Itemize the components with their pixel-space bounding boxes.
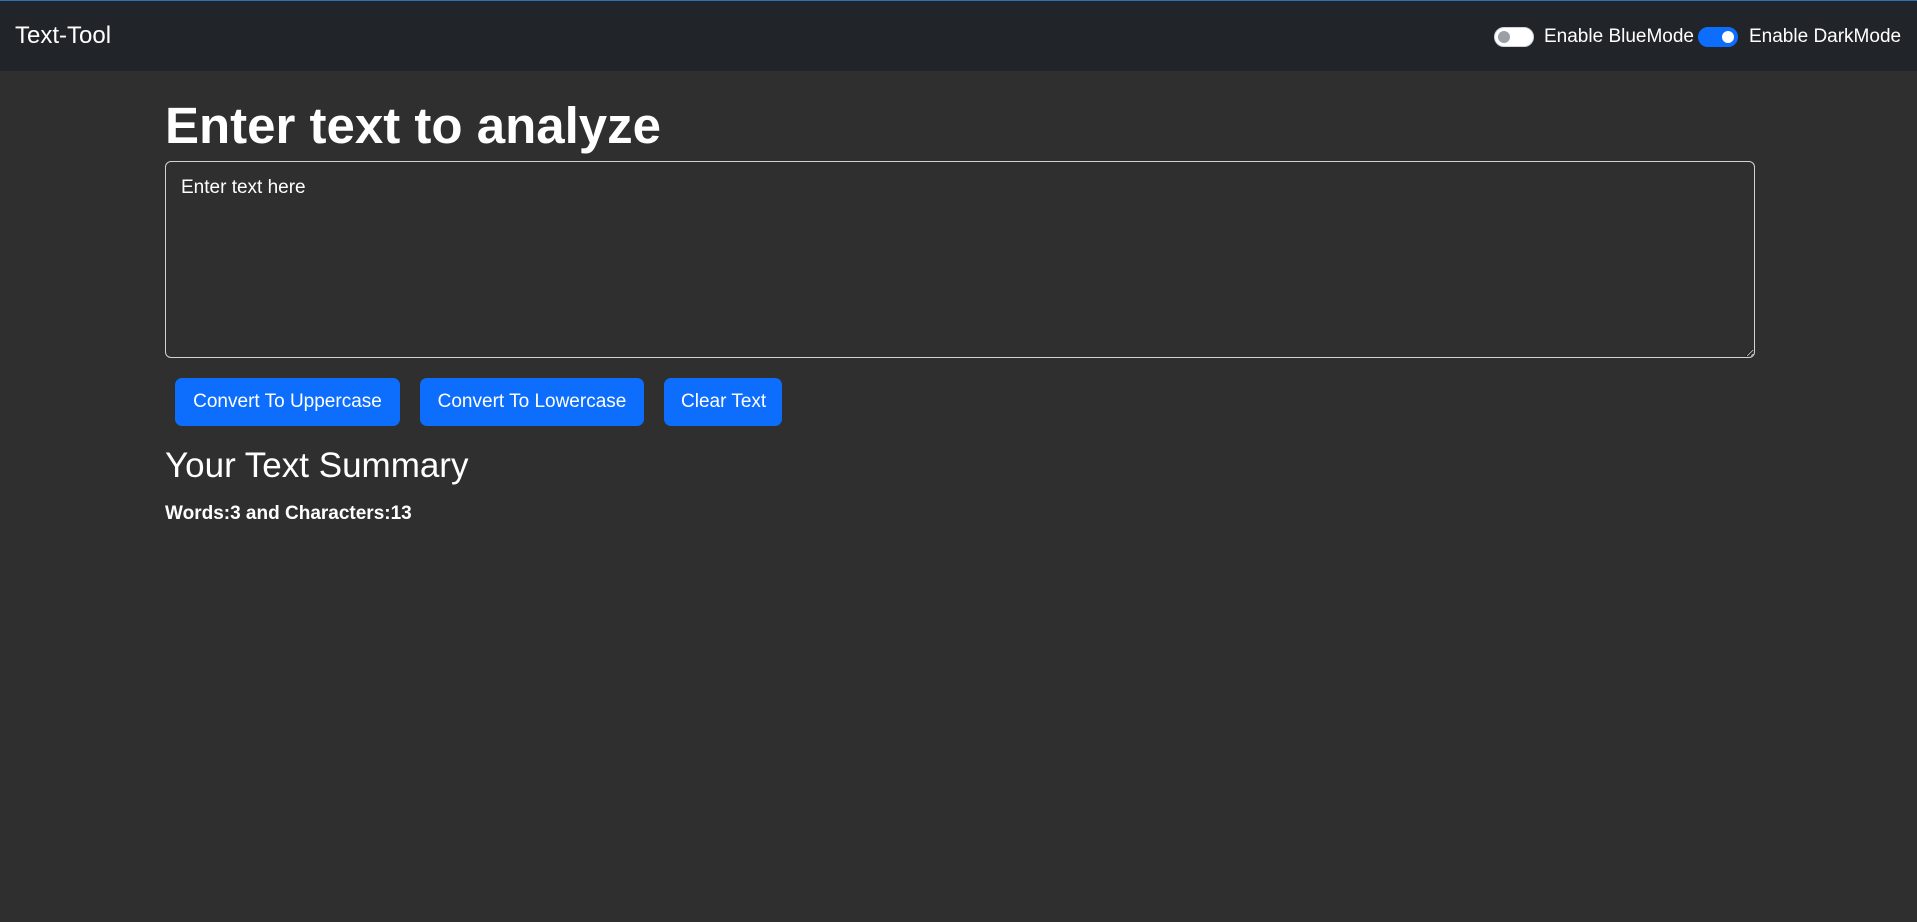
summary-heading: Your Text Summary — [165, 446, 469, 485]
summary-stats: Words:3 and Characters:13 — [165, 503, 412, 524]
dark-mode-toggle[interactable] — [1698, 27, 1738, 47]
action-buttons: Convert To Uppercase Convert To Lowercas… — [175, 378, 782, 426]
blue-mode-label[interactable]: Enable BlueMode — [1544, 23, 1694, 51]
convert-uppercase-button[interactable]: Convert To Uppercase — [175, 378, 400, 426]
dark-mode-switch-group: Enable DarkMode — [1698, 23, 1901, 51]
navbar: Text-Tool Enable BlueMode Enable DarkMod… — [0, 0, 1917, 71]
convert-lowercase-button[interactable]: Convert To Lowercase — [420, 378, 644, 426]
page-title: Enter text to analyze — [165, 97, 661, 154]
brand-link[interactable]: Text-Tool — [15, 22, 111, 50]
clear-text-button[interactable]: Clear Text — [664, 378, 782, 426]
toggle-knob — [1722, 31, 1734, 43]
toggle-knob — [1498, 31, 1510, 43]
text-input[interactable] — [165, 161, 1755, 358]
dark-mode-label[interactable]: Enable DarkMode — [1749, 23, 1901, 51]
blue-mode-switch-group: Enable BlueMode — [1494, 23, 1694, 51]
blue-mode-toggle[interactable] — [1494, 27, 1534, 47]
